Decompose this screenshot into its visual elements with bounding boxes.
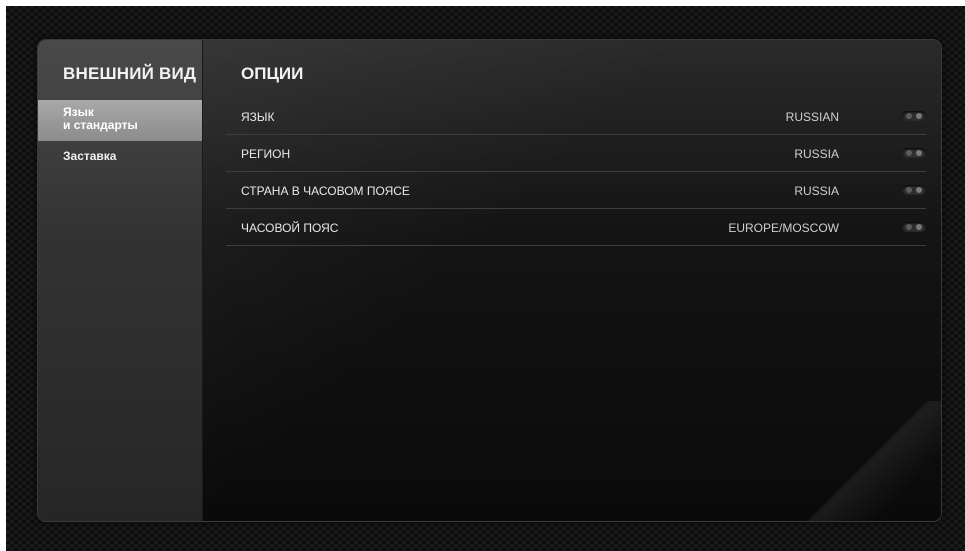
sidebar-item-label: Заставка (63, 149, 117, 163)
option-label: ЯЗЫК (241, 110, 275, 124)
sidebar-item-screensaver[interactable]: Заставка (38, 150, 202, 170)
option-row-language[interactable]: ЯЗЫК RUSSIAN (226, 98, 926, 135)
option-label: ЧАСОВОЙ ПОЯС (241, 221, 339, 235)
option-value: RUSSIAN (785, 110, 839, 124)
sidebar: ВНЕШНИЙ ВИД Язык и стандарты Заставка (38, 40, 203, 521)
option-row-timezone[interactable]: ЧАСОВОЙ ПОЯС EUROPE/MOSCOW (226, 209, 926, 246)
option-label: СТРАНА В ЧАСОВОМ ПОЯСЕ (241, 184, 410, 198)
option-row-region[interactable]: РЕГИОН RUSSIA (226, 135, 926, 172)
toggle-icon[interactable] (902, 185, 926, 195)
page-title: ОПЦИИ (241, 64, 304, 83)
toggle-icon[interactable] (902, 148, 926, 158)
options-list: ЯЗЫК RUSSIAN РЕГИОН RUSSIA СТРАНА В ЧАСО… (226, 98, 926, 246)
option-label: РЕГИОН (241, 147, 291, 161)
toggle-icon[interactable] (902, 222, 926, 232)
settings-panel: ВНЕШНИЙ ВИД Язык и стандарты Заставка ОП… (38, 40, 941, 521)
option-value: RUSSIA (794, 184, 839, 198)
sidebar-item-language-standards[interactable]: Язык и стандарты (38, 100, 202, 141)
sidebar-item-label-line2: и стандарты (63, 118, 138, 132)
toggle-icon[interactable] (902, 111, 926, 121)
option-value: RUSSIA (794, 147, 839, 161)
sidebar-title: ВНЕШНИЙ ВИД (63, 64, 197, 83)
options-main: ОПЦИИ ЯЗЫК RUSSIAN РЕГИОН RUSSIA СТРАНА … (203, 40, 941, 521)
option-value: EUROPE/MOSCOW (728, 221, 839, 235)
decorative-shine (801, 401, 941, 521)
option-row-timezone-country[interactable]: СТРАНА В ЧАСОВОМ ПОЯСЕ RUSSIA (226, 172, 926, 209)
